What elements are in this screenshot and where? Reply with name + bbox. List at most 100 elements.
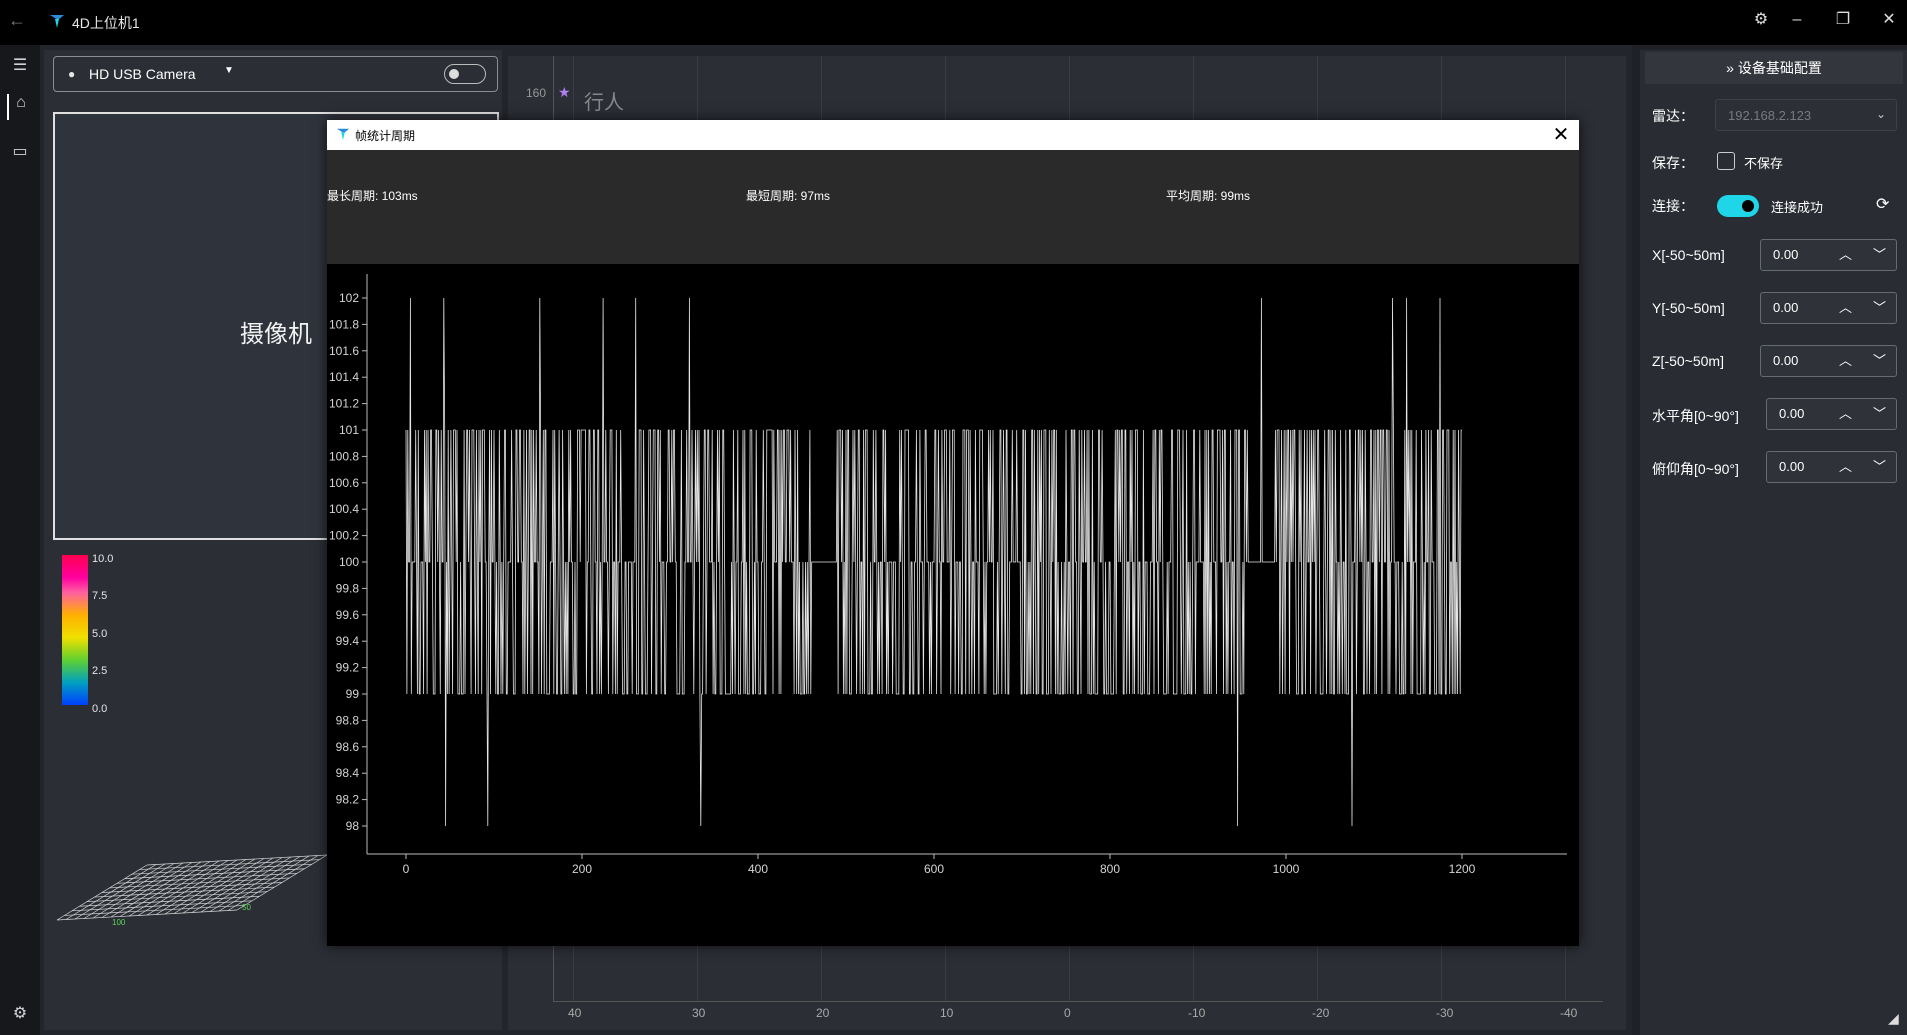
decrement-icon[interactable]: ﹀ (1873, 456, 1886, 475)
resize-grip-icon[interactable]: ◢ (1888, 1010, 1899, 1027)
increment-icon[interactable]: ︿ (1839, 350, 1852, 369)
colorbar-label: 5.0 (92, 628, 108, 640)
x-tick-label: 1000 (1273, 862, 1300, 876)
x-input[interactable]: 0.00 ︿ ﹀ (1760, 239, 1897, 271)
decrement-icon[interactable]: ﹀ (1873, 244, 1886, 263)
3d-grid-view: 100 50 (56, 854, 328, 927)
increment-icon[interactable]: ︿ (1839, 244, 1852, 263)
horizontal-angle-value: 0.00 (1779, 406, 1805, 421)
period-stats: 最长周期: 103ms 最短周期: 97ms 平均周期: 99ms (327, 150, 1579, 264)
chevron-right-icon: » (1726, 60, 1734, 76)
grid-line (86, 891, 268, 903)
toggle-knob (449, 69, 459, 79)
y-tick-label: 98 (346, 819, 360, 833)
camera-icon: ● (68, 67, 76, 81)
y-tick-label: 99.4 (336, 634, 360, 648)
grid-line (56, 909, 238, 921)
config-header-label: 设备基础配置 (1737, 60, 1822, 76)
window-titlebar: ← 4D上位机1 ⚙ – ❐ ✕ (0, 0, 1907, 45)
y-tick-label: 100.4 (329, 502, 359, 516)
connect-status: 连接成功 (1771, 200, 1824, 215)
field-label-y: Y[-50~50m] (1652, 300, 1725, 316)
monitor-icon[interactable]: ▭ (7, 141, 33, 167)
decrement-icon[interactable]: ﹀ (1873, 350, 1886, 369)
y-tick-label: 100.6 (329, 476, 359, 490)
period-chart: 102 101.8 101.6 101.4 101.2 101 100.8 100.6 100.… (327, 264, 1579, 946)
grid-line (71, 900, 253, 912)
grid-label: 50 (242, 903, 251, 912)
color-scale-bar (62, 555, 88, 705)
toggle-knob (1742, 200, 1754, 212)
dialog-title: 帧统计周期 (355, 129, 416, 143)
menu-icon[interactable]: ☰ (7, 55, 33, 81)
home-icon[interactable]: ⌂ (7, 94, 33, 120)
chart-y-label: 160 (526, 86, 547, 100)
y-tick-label: 101.8 (329, 317, 359, 331)
grid-line (79, 895, 260, 907)
maximize-button[interactable]: ❐ (1830, 7, 1856, 33)
increment-icon[interactable]: ︿ (1839, 403, 1852, 422)
radar-ip-value: 192.168.2.123 (1728, 108, 1812, 123)
y-tick-label: 101 (339, 423, 359, 437)
camera-select[interactable]: ● HD USB Camera ▼ (53, 56, 498, 92)
x-tick-label: 800 (1100, 862, 1120, 876)
decrement-icon[interactable]: ﹀ (1873, 297, 1886, 316)
radar-label: 雷达： (1652, 108, 1694, 124)
max-period: 最长周期: 103ms (327, 189, 418, 203)
settings-icon[interactable]: ⚙ (7, 1003, 33, 1029)
y-tick-label: 101.6 (329, 344, 359, 358)
x-tick-label: 600 (924, 862, 944, 876)
bg-x-tick: 20 (816, 1006, 830, 1020)
y-tick-label: 101.4 (329, 370, 359, 384)
pitch-angle-input[interactable]: 0.00 ︿ ﹀ (1766, 451, 1897, 483)
period-chart-svg: 102 101.8 101.6 101.4 101.2 101 100.8 100.6 100.… (329, 274, 1567, 876)
field-label-pitch: 俯仰角[0~90°] (1652, 461, 1739, 477)
y-tick-label: 100.8 (329, 449, 359, 463)
radar-ip-select[interactable]: 192.168.2.123 ⌄ (1715, 99, 1897, 131)
decrement-icon[interactable]: ﹀ (1873, 403, 1886, 422)
save-checkbox[interactable] (1717, 152, 1735, 170)
dialog-close-button[interactable]: ✕ (1549, 122, 1573, 147)
x-tick-label: 1200 (1449, 862, 1476, 876)
bg-x-tick: 40 (568, 1006, 582, 1020)
chart-axis (553, 1001, 1603, 1002)
field-label-x: X[-50~50m] (1652, 247, 1725, 263)
config-header[interactable]: » 设备基础配置 (1645, 52, 1903, 84)
frame-period-dialog: 帧统计周期 ✕ 最长周期: 103ms 最短周期: 97ms 平均周期: 99m… (327, 120, 1579, 946)
grid-line (131, 863, 313, 875)
camera-select-label: HD USB Camera (89, 66, 196, 82)
colorbar-label: 0.0 (92, 703, 108, 715)
save-value: 不保存 (1744, 156, 1784, 171)
y-tick-label: 100 (339, 555, 359, 569)
y-value: 0.00 (1773, 300, 1799, 315)
back-arrow-icon[interactable]: ← (8, 10, 26, 31)
bg-x-tick: -30 (1436, 1006, 1454, 1020)
increment-icon[interactable]: ︿ (1839, 297, 1852, 316)
connect-toggle[interactable] (1717, 195, 1759, 217)
camera-toggle[interactable] (444, 64, 486, 84)
increment-icon[interactable]: ︿ (1839, 456, 1852, 475)
chevron-down-icon: ⌄ (1875, 107, 1886, 121)
y-tick-label: 101.2 (329, 397, 359, 411)
minimize-button[interactable]: – (1784, 7, 1810, 33)
y-input[interactable]: 0.00 ︿ ﹀ (1760, 292, 1897, 324)
settings-gear-icon[interactable]: ⚙ (1748, 7, 1774, 33)
refresh-icon[interactable]: ⟳ (1876, 194, 1889, 214)
close-window-button[interactable]: ✕ (1876, 7, 1902, 33)
y-tick-label: 102 (339, 291, 359, 305)
y-tick-label: 99 (346, 687, 360, 701)
grid-line (109, 877, 290, 889)
bg-x-tick: 10 (940, 1006, 954, 1020)
legend-pedestrian: 行人 (584, 92, 624, 114)
z-input[interactable]: 0.00 ︿ ﹀ (1760, 345, 1897, 377)
y-tick-label: 98.4 (336, 766, 360, 780)
min-period: 最短周期: 97ms (746, 189, 831, 203)
colorbar-label: 7.5 (92, 590, 108, 602)
x-tick-label: 200 (572, 862, 592, 876)
left-nav: ☰ ⌂ ▭ ⚙ (0, 45, 40, 1035)
grid-line (124, 868, 305, 880)
app-logo-icon (50, 15, 64, 28)
y-tick-label: 98.2 (336, 793, 360, 807)
horizontal-angle-input[interactable]: 0.00 ︿ ﹀ (1766, 398, 1897, 430)
field-label-z: Z[-50~50m] (1652, 353, 1724, 369)
